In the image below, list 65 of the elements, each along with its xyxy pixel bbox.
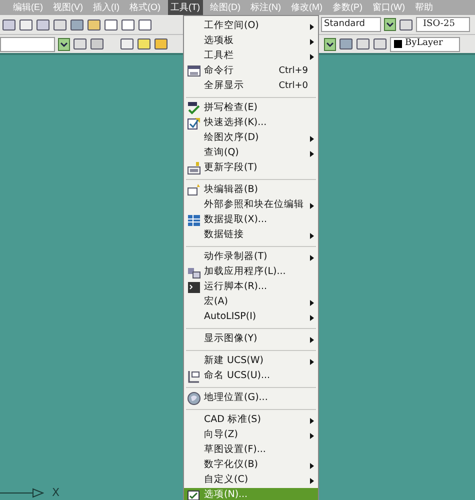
menu-item[interactable]: 命名 UCS(U)... [184, 369, 318, 384]
menu-item-label: 新建 UCS(W) [204, 354, 264, 368]
menu-item-label: 工作空间(O) [204, 19, 260, 34]
menu-item-label: 向导(Z) [204, 428, 239, 442]
menu-bar-item[interactable]: 工具(T) [168, 0, 203, 15]
menu-item[interactable]: 数据提取(X)... [184, 213, 318, 228]
shortcut-label: Ctrl+0 [278, 80, 308, 93]
menu-item[interactable]: CAD 标准(S) [184, 413, 318, 428]
menu-item[interactable]: 加载应用程序(L)... [184, 265, 318, 280]
menu-item-label: 外部参照和块在位编辑 [204, 198, 305, 212]
menu-item[interactable]: 草图设置(F)... [184, 443, 318, 458]
menu-item[interactable]: 命令行 Ctrl+9 [184, 64, 318, 79]
menu-item-label: 数据提取(X)... [204, 213, 268, 228]
menu-item[interactable]: 选项板 [184, 34, 318, 49]
menu-item[interactable]: 全屏显示 Ctrl+0 [184, 79, 318, 94]
menu-item[interactable]: 地理位置(G)... [184, 391, 318, 406]
menu-item[interactable]: AutoLISP(I) [184, 310, 318, 325]
color-dropdown[interactable]: ByLayer [390, 36, 460, 52]
menu-item[interactable]: 快速选择(K)... [184, 116, 318, 131]
menu-item-label: 宏(A) [204, 295, 229, 310]
menu-item-label: 选项(N)... [204, 488, 249, 500]
color-label: ByLayer [405, 37, 443, 50]
menu-item-label: CAD 标准(S) [204, 413, 262, 428]
menu-item[interactable]: 数据链接 [184, 228, 318, 243]
shortcut-label: Ctrl+9 [278, 64, 308, 78]
menu-item[interactable]: 绘图次序(D) [184, 131, 318, 146]
menu-item-label: 快速选择(K)... [204, 116, 268, 130]
axis-label: X [52, 485, 60, 500]
menu-item-label: 数字化仪(B) [204, 458, 259, 472]
menu-item[interactable]: 向导(Z) [184, 428, 318, 443]
menu-item[interactable]: 外部参照和块在位编辑 [184, 198, 318, 213]
menu-item[interactable]: 块编辑器(B) [184, 183, 318, 198]
menu-item-label: 加载应用程序(L)... [204, 265, 287, 280]
menu-item-label: 工具栏 [204, 49, 235, 64]
menu-item-label: 运行脚本(R)... [204, 280, 268, 294]
text-style-dropdown[interactable]: Standard [321, 17, 381, 32]
menu-item[interactable]: 工作空间(O) [184, 19, 318, 34]
menu-item[interactable]: 工具栏 [184, 49, 318, 64]
menu-item[interactable]: 拼写检查(E) [184, 101, 318, 116]
menu-item-label: 草图设置(F)... [204, 443, 267, 458]
menu-item[interactable]: 查询(Q) [184, 146, 318, 161]
menu-item-label: 全屏显示 [204, 79, 245, 94]
menu-item[interactable]: 宏(A) [184, 295, 318, 310]
menu-item[interactable]: 显示图像(Y) [184, 332, 318, 347]
menu-item[interactable]: 新建 UCS(W) [184, 354, 318, 369]
menu-item[interactable]: 自定义(C) [184, 473, 318, 488]
menu-item-label: 显示图像(Y) [204, 332, 258, 346]
menu-item-label: 更新字段(T) [204, 161, 258, 176]
menu-item-label: 命名 UCS(U)... [204, 369, 272, 384]
menu-item[interactable]: 数字化仪(B) [184, 458, 318, 473]
dimension-style-dropdown[interactable]: ISO-25 [416, 17, 470, 32]
menu-item[interactable]: 更新字段(T) [184, 161, 318, 176]
menu-item-label: 数据链接 [204, 228, 245, 242]
menu-item-label: 动作录制器(T) [204, 250, 268, 264]
menu-item-label: 查询(Q) [204, 146, 240, 160]
menu-item-label: AutoLISP(I) [204, 310, 258, 324]
menu-item[interactable]: 动作录制器(T) [184, 250, 318, 265]
menu-item-label: 地理位置(G)... [204, 391, 269, 406]
menu-item-label: 自定义(C) [204, 473, 250, 488]
menu-item-label: 绘图次序(D) [204, 131, 260, 146]
menu-item-label: 块编辑器(B) [204, 183, 259, 198]
menu-item-label: 命令行 [204, 64, 235, 78]
menu-item-label: 拼写检查(E) [204, 101, 258, 116]
menu-item[interactable]: 运行脚本(R)... [184, 280, 318, 295]
menu-item-label: 选项板 [204, 34, 235, 48]
